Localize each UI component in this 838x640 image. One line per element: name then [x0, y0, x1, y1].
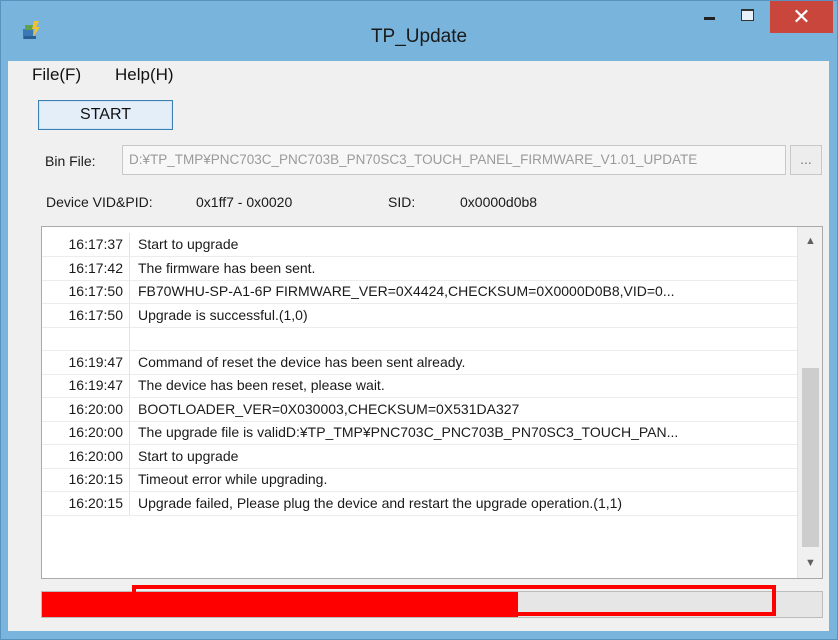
log-row[interactable]: 16:17:50 Upgrade is successful.(1,0) [42, 303, 802, 328]
log-message: BOOTLOADER_VER=0X030003,CHECKSUM=0X531DA… [138, 400, 520, 417]
log-list[interactable]: 16:17:37 Start to upgrade 16:17:42 The firm… [41, 226, 823, 579]
log-message: Upgrade failed, Please plug the device a… [138, 494, 623, 511]
bin-file-label: Bin File: [45, 153, 96, 169]
log-row[interactable]: 16:20:15 Upgrade failed, Please plug the … [42, 491, 802, 516]
menu-file[interactable]: File(F) [32, 65, 81, 85]
log-message: The firmware has been sent. [138, 259, 316, 276]
scroll-up-icon[interactable]: ▲ [798, 235, 822, 249]
log-row[interactable]: 16:17:42 The firmware has been sent. [42, 256, 802, 281]
menu-help[interactable]: Help(H) [115, 65, 174, 85]
log-message: Start to upgrade [138, 236, 239, 252]
log-row[interactable]: 16:19:47 Command of reset the device has … [42, 350, 802, 375]
log-message: FB70WHU-SP-A1-6P FIRMWARE_VER=0X4424,CHE… [138, 283, 675, 299]
log-row[interactable]: 16:17:50 FB70WHU-SP-A1-6P FIRMWARE_VER=0X… [42, 280, 802, 304]
log-message: Start to upgrade [138, 447, 239, 464]
log-message: The upgrade file is validD:¥TP_TMP¥PNC70… [138, 424, 679, 440]
log-row[interactable]: 16:20:00 BOOTLOADER_VER=0X030003,CHECKSUM… [42, 397, 802, 422]
log-time: 16:19:47 [42, 374, 130, 397]
client-area: File(F) Help(H) START Bin File: D:¥TP_TM… [8, 61, 829, 631]
start-button[interactable]: START [38, 100, 173, 130]
scroll-thumb[interactable] [802, 368, 819, 547]
log-time: 16:17:37 [42, 233, 130, 256]
log-time: 16:17:50 [42, 303, 130, 327]
log-time [42, 327, 130, 350]
log-row[interactable] [42, 327, 802, 351]
minimize-icon[interactable] [689, 1, 729, 31]
log-scrollbar[interactable]: ▲ ▼ [797, 227, 822, 578]
sid-label: SID: [388, 194, 416, 210]
sid-value: 0x0000d0b8 [460, 194, 538, 210]
log-message: Command of reset the device has been sen… [138, 353, 466, 370]
vid-pid-value: 0x1ff7 - 0x0020 [196, 194, 293, 210]
log-time: 16:19:47 [42, 350, 130, 374]
log-message: Upgrade is successful.(1,0) [138, 306, 308, 323]
log-message: The device has been reset, please wait. [138, 377, 385, 393]
log-row[interactable]: 16:20:00 Start to upgrade [42, 444, 802, 469]
vid-pid-label: Device VID&PID: [46, 194, 153, 210]
error-highlight-box [132, 585, 776, 616]
browse-button[interactable]: ... [790, 145, 822, 175]
log-time: 16:20:15 [42, 468, 130, 491]
log-time: 16:20:15 [42, 491, 130, 515]
menu-bar: File(F) Help(H) [8, 61, 829, 87]
log-message [138, 327, 798, 350]
log-time: 16:20:00 [42, 397, 130, 421]
log-row[interactable]: 16:20:00 The upgrade file is validD:¥TP_T… [42, 421, 802, 445]
app-window: TP_Update ✕ File(F) Help(H) START Bin Fi… [0, 0, 838, 640]
log-time: 16:20:00 [42, 444, 130, 468]
log-time: 16:20:00 [42, 421, 130, 444]
log-row[interactable]: 16:20:15 Timeout error while upgrading. [42, 468, 802, 492]
scroll-down-icon[interactable]: ▼ [798, 557, 822, 571]
title-bar: TP_Update ✕ [1, 1, 837, 61]
log-row[interactable]: 16:19:47 The device has been reset, pleas… [42, 374, 802, 398]
maximize-icon[interactable] [729, 1, 769, 31]
close-icon[interactable]: ✕ [770, 1, 833, 33]
log-time: 16:17:42 [42, 256, 130, 280]
log-time: 16:17:50 [42, 280, 130, 303]
log-row[interactable]: 16:17:37 Start to upgrade [42, 233, 802, 257]
bin-file-field[interactable]: D:¥TP_TMP¥PNC703C_PNC703B_PN70SC3_TOUCH_… [122, 145, 786, 175]
log-message: Timeout error while upgrading. [138, 471, 328, 487]
